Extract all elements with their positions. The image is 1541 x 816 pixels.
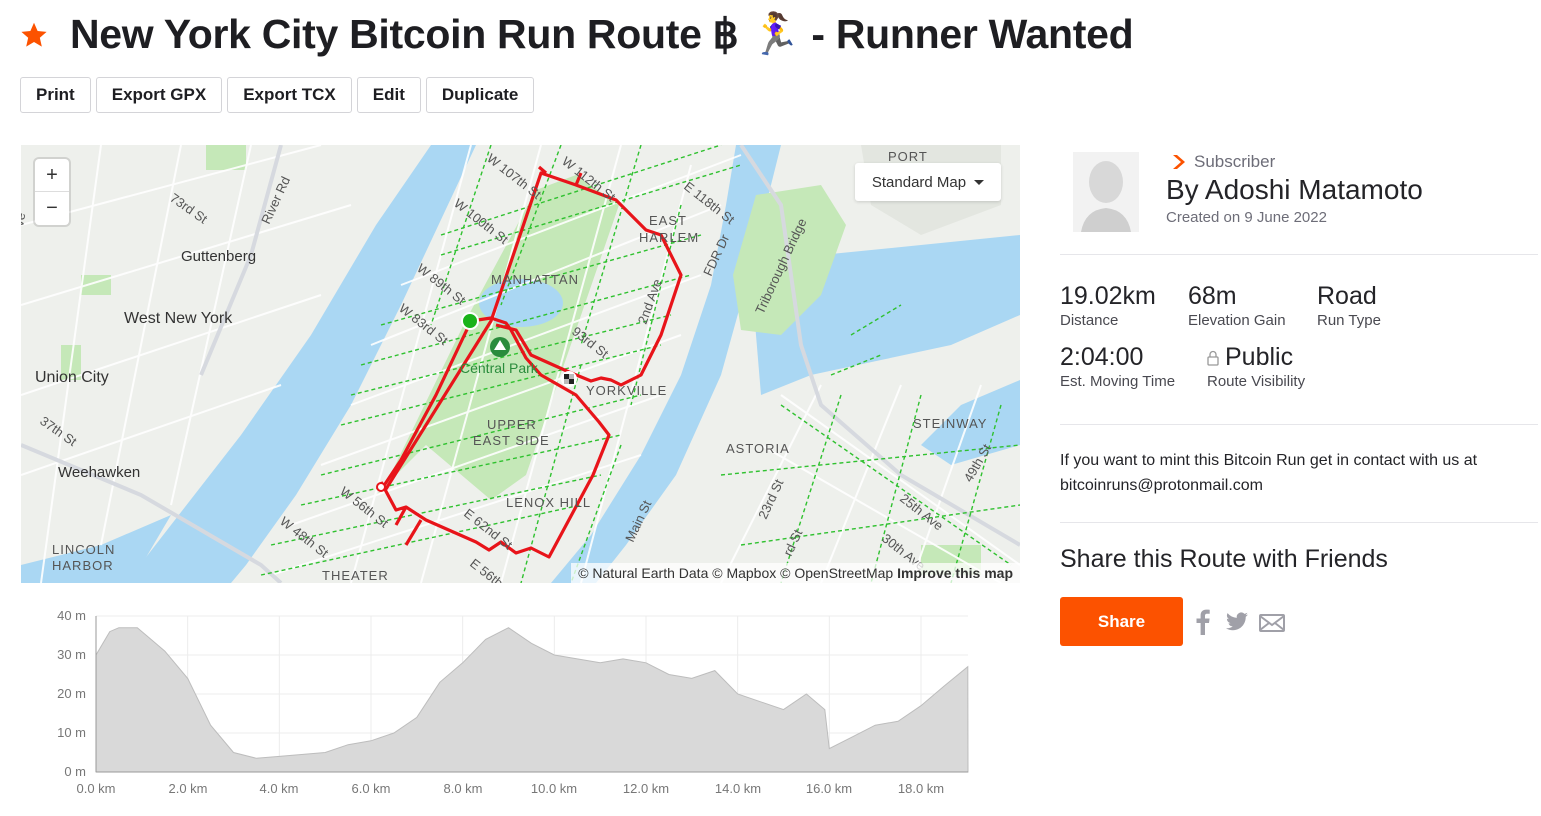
stat-label: Elevation Gain xyxy=(1188,312,1286,329)
map-style-dropdown[interactable]: Standard Map xyxy=(855,163,1001,201)
map-label: LINCOLN xyxy=(52,542,115,557)
stat-distance: 19.02km Distance xyxy=(1060,282,1156,329)
y-tick-label: 10 m xyxy=(57,725,86,740)
map-attribution: © Natural Earth Data © Mapbox © OpenStre… xyxy=(571,563,1020,583)
twitter-icon[interactable] xyxy=(1226,612,1248,631)
y-tick-label: 30 m xyxy=(57,647,86,662)
route-actions: Print Export GPX Export TCX Edit Duplica… xyxy=(20,77,535,113)
star-icon[interactable] xyxy=(20,21,48,49)
y-tick-label: 0 m xyxy=(64,764,86,779)
attribution-text[interactable]: © Natural Earth Data © Mapbox © OpenStre… xyxy=(578,565,893,581)
stat-value: 19.02km xyxy=(1060,282,1156,310)
stat-value: 2:04:00 xyxy=(1060,343,1144,371)
subscriber-badge: Subscriber xyxy=(1172,152,1275,172)
zoom-controls: + − xyxy=(35,159,69,225)
map-label: Weehawken xyxy=(58,464,140,481)
zoom-in-button[interactable]: + xyxy=(35,159,69,192)
map-label: West New York xyxy=(124,310,233,327)
route-description: If you want to mint this Bitcoin Run get… xyxy=(1060,452,1478,494)
map-label: YORKVILLE xyxy=(586,383,667,398)
stat-value: Road xyxy=(1317,282,1377,310)
stat-label: Route Visibility xyxy=(1207,373,1306,390)
stat-value: Public xyxy=(1225,343,1294,371)
subscriber-chevron-icon xyxy=(1173,155,1185,169)
stat-elevation-gain: 68m Elevation Gain xyxy=(1188,282,1286,329)
export-gpx-button[interactable]: Export GPX xyxy=(95,77,223,113)
divider xyxy=(1060,522,1538,523)
route-map[interactable]: W 107th St W 112th St E 118th St PORT 73… xyxy=(21,145,1020,583)
map-label: STEINWAY xyxy=(913,416,987,431)
route-title: New York City Bitcoin Run Route ฿ 🏃‍♀️ -… xyxy=(70,11,1134,57)
print-button[interactable]: Print xyxy=(20,77,91,113)
stat-moving-time: 2:04:00 Est. Moving Time xyxy=(1060,343,1175,390)
map-canvas[interactable]: W 107th St W 112th St E 118th St PORT 73… xyxy=(21,145,1020,583)
map-label: UPPER xyxy=(487,417,537,432)
map-label: PORT xyxy=(888,149,928,164)
map-label: THEATER xyxy=(322,568,389,583)
email-icon[interactable] xyxy=(1259,614,1285,632)
facebook-icon[interactable] xyxy=(1195,609,1211,635)
map-label: Union City xyxy=(35,369,109,386)
divider xyxy=(1060,254,1538,255)
map-label: EAST SIDE xyxy=(473,433,550,448)
y-tick-label: 40 m xyxy=(57,608,86,623)
x-tick-label: 14.0 km xyxy=(715,781,761,796)
map-label: MANHATTAN xyxy=(491,272,579,287)
title-row: New York City Bitcoin Run Route ฿ 🏃‍♀️ -… xyxy=(20,10,1134,59)
route-start-marker xyxy=(461,312,479,330)
created-date: Created on 9 June 2022 xyxy=(1166,209,1327,226)
map-label: HARBOR xyxy=(52,558,114,573)
y-tick-label: 20 m xyxy=(57,686,86,701)
elevation-profile-area xyxy=(95,627,969,773)
map-label: Guttenberg xyxy=(181,248,256,265)
x-tick-label: 0.0 km xyxy=(76,781,115,796)
map-label: ASTORIA xyxy=(726,441,790,456)
map-label: EAST xyxy=(649,213,687,228)
zoom-out-button[interactable]: − xyxy=(35,192,69,224)
route-finish-marker xyxy=(561,371,577,387)
elevation-chart[interactable]: 40 m 30 m 20 m 10 m 0 m 0.0 km 2.0 km 4.… xyxy=(20,600,975,805)
author-name[interactable]: By Adoshi Matamoto xyxy=(1166,174,1423,206)
share-heading: Share this Route with Friends xyxy=(1060,545,1388,573)
x-tick-label: 18.0 km xyxy=(898,781,944,796)
x-tick-label: 6.0 km xyxy=(351,781,390,796)
stat-visibility: Public Route Visibility xyxy=(1207,343,1305,390)
map-label: HARLEM xyxy=(639,230,699,245)
map-label: LENOX HILL xyxy=(506,495,591,510)
stat-label: Run Type xyxy=(1317,312,1381,329)
export-tcx-button[interactable]: Export TCX xyxy=(227,77,352,113)
subscriber-label: Subscriber xyxy=(1194,152,1276,171)
stat-label: Est. Moving Time xyxy=(1060,373,1176,390)
x-tick-label: 4.0 km xyxy=(259,781,298,796)
x-tick-label: 10.0 km xyxy=(531,781,577,796)
improve-map-link[interactable]: Improve this map xyxy=(897,565,1013,581)
stat-run-type: Road Run Type xyxy=(1317,282,1381,329)
x-tick-label: 16.0 km xyxy=(806,781,852,796)
duplicate-button[interactable]: Duplicate xyxy=(425,77,535,113)
edit-button[interactable]: Edit xyxy=(356,77,421,113)
map-label: Central Park xyxy=(460,360,539,376)
x-tick-label: 8.0 km xyxy=(443,781,482,796)
stat-value: 68m xyxy=(1188,282,1237,310)
x-tick-label: 2.0 km xyxy=(168,781,207,796)
avatar[interactable] xyxy=(1073,152,1139,232)
divider xyxy=(1060,424,1538,425)
chevron-down-icon xyxy=(974,179,985,185)
stat-label: Distance xyxy=(1060,312,1119,329)
share-button[interactable]: Share xyxy=(1060,597,1183,646)
lock-icon xyxy=(1207,350,1219,366)
map-style-label: Standard Map xyxy=(871,173,967,191)
x-tick-label: 12.0 km xyxy=(623,781,669,796)
